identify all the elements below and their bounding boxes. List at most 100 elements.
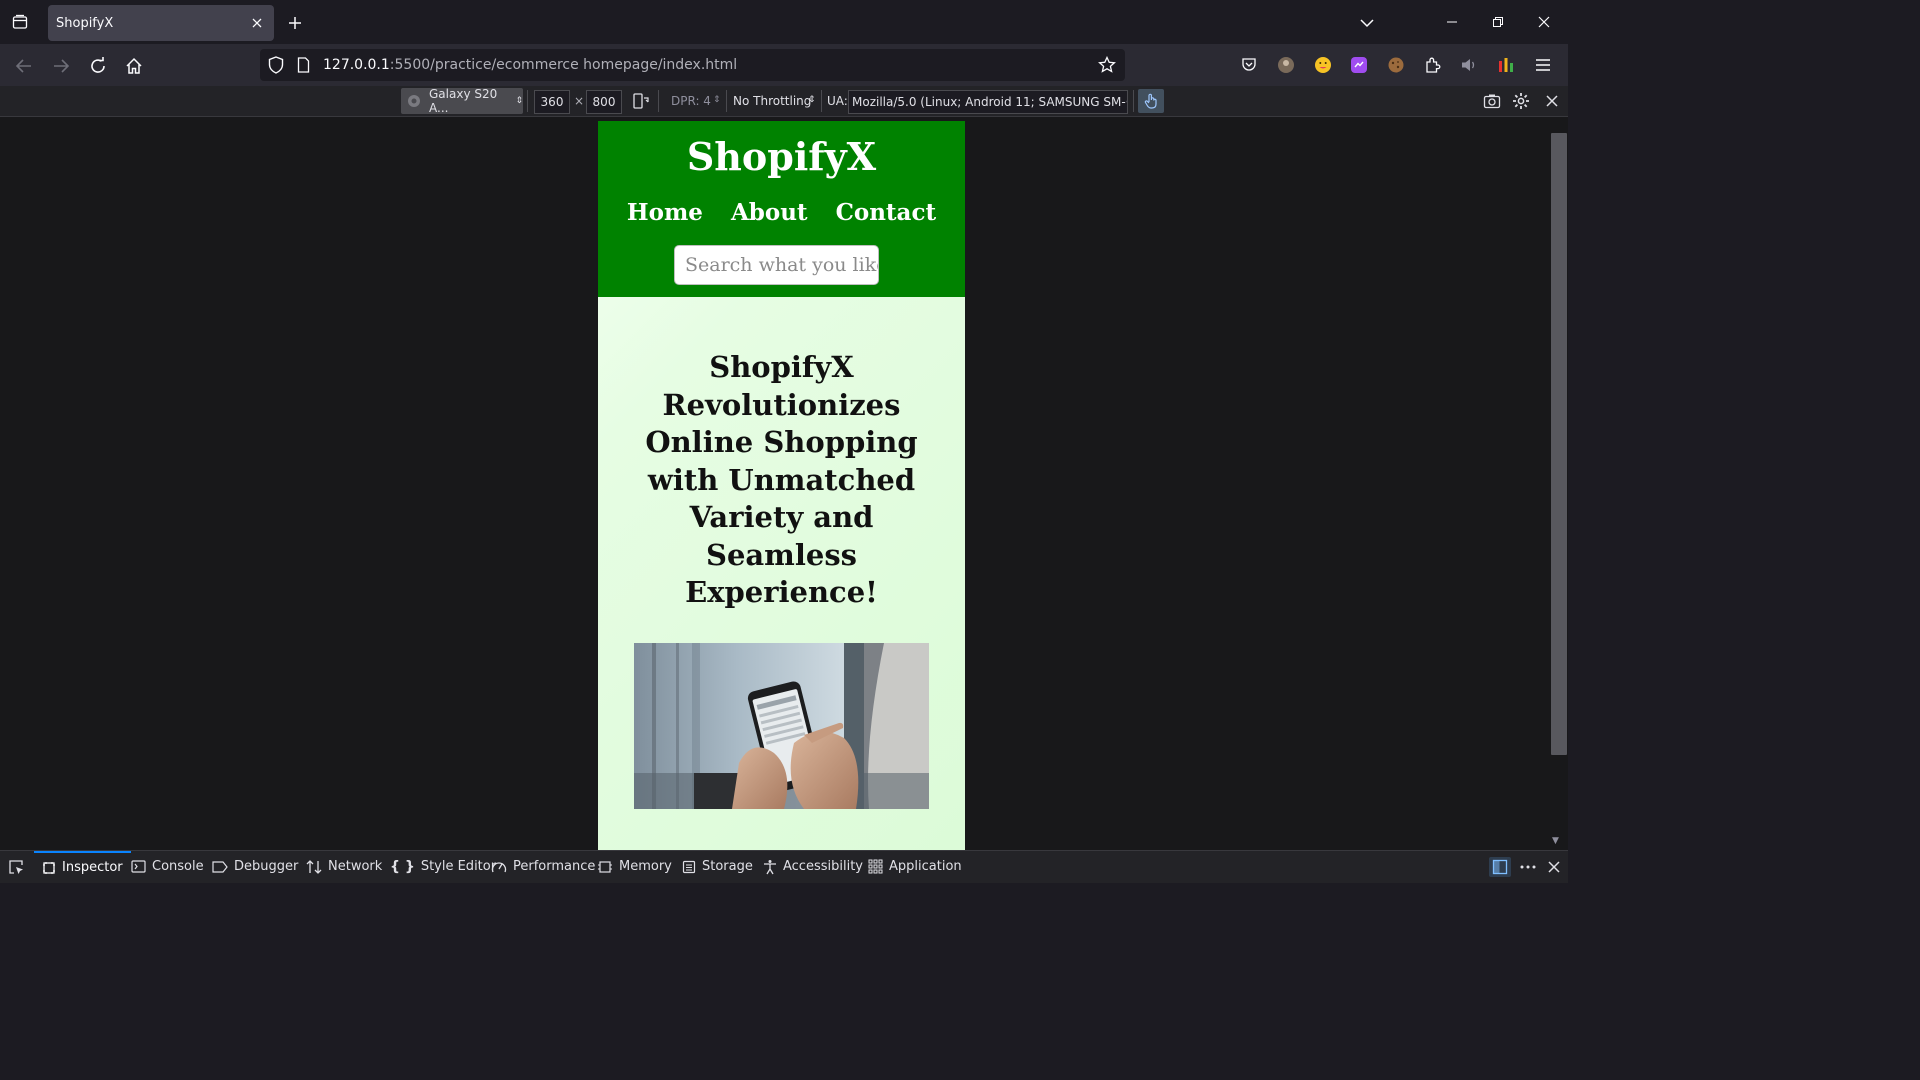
tab-application[interactable]: Application (868, 851, 962, 882)
responsive-design-toolbar: Galaxy S20 A... ⇕ 360 × 800 DPR: 4 ⇕ No … (0, 86, 1568, 117)
touch-simulation-icon[interactable] (1138, 89, 1164, 113)
tab-storage-label: Storage (702, 859, 753, 874)
more-options-icon[interactable] (1517, 857, 1539, 877)
element-picker-icon[interactable] (5, 857, 27, 877)
hero-headline: ShopifyX Revolutionizes Online Shopping … (645, 350, 918, 609)
device-selector[interactable]: Galaxy S20 A... ⇕ (401, 87, 523, 115)
tab-style-editor-label: Style Editor (420, 859, 497, 874)
pocket-icon[interactable] (1238, 54, 1260, 76)
updown-icon: ⇕ (808, 95, 816, 105)
updown-icon: ⇕ (713, 95, 721, 105)
tab-title: ShopifyX (56, 15, 114, 31)
minimize-icon[interactable] (1437, 8, 1467, 36)
divider (1133, 90, 1134, 112)
url-text[interactable]: 127.0.0.1:5500/practice/ecommerce homepa… (323, 57, 737, 73)
devtools-toolbar: Inspector Console Debugger Network { } S… (0, 850, 1568, 883)
close-rdm-icon[interactable] (1541, 90, 1563, 112)
dpr-selector[interactable]: DPR: 4 (671, 94, 711, 108)
tab-console[interactable]: Console (131, 851, 204, 882)
volume-icon[interactable] (1458, 54, 1480, 76)
url-bar[interactable]: 127.0.0.1:5500/practice/ecommerce homepa… (260, 49, 1125, 81)
device-viewport: ShopifyX Home About Contact ShopifyX Rev… (598, 121, 965, 850)
window-close-icon[interactable] (1529, 8, 1559, 36)
home-icon[interactable] (120, 52, 148, 80)
application-grid-icon (868, 859, 883, 874)
reload-icon[interactable] (84, 52, 112, 80)
throttling-selector[interactable]: No Throttling (733, 94, 811, 108)
inspector-icon (43, 861, 55, 874)
tab-performance[interactable]: Performance (491, 851, 595, 882)
shield-icon[interactable] (268, 56, 284, 78)
restore-icon[interactable] (1483, 8, 1513, 36)
equalizer-extension-icon[interactable] (1495, 54, 1517, 76)
navigation-toolbar: 127.0.0.1:5500/practice/ecommerce homepa… (0, 44, 1568, 86)
cookie-extension-icon[interactable] (1385, 54, 1407, 76)
tab-console-label: Console (152, 859, 204, 874)
chevron-down-icon[interactable] (1354, 10, 1380, 36)
tab-inspector-label: Inspector (62, 860, 123, 875)
user-agent-input[interactable]: Mozilla/5.0 (Linux; Android 11; SAMSUNG … (848, 90, 1128, 114)
extension-avatar-icon[interactable] (1275, 54, 1297, 76)
dock-side-icon[interactable] (1489, 857, 1511, 877)
performance-icon (491, 861, 507, 872)
ua-label: UA: (827, 94, 848, 108)
divider (821, 90, 822, 112)
browser-tab[interactable]: ShopifyX (48, 5, 274, 41)
back-icon[interactable] (10, 52, 38, 80)
console-icon (131, 860, 146, 873)
tab-memory[interactable]: Memory (597, 851, 672, 882)
rotate-device-icon[interactable] (630, 90, 652, 112)
scroll-down-icon[interactable]: ▼ (1552, 836, 1559, 846)
network-icon (306, 859, 322, 874)
divider (527, 90, 528, 112)
site-nav: Home About Contact (598, 199, 965, 226)
new-tab-icon[interactable] (282, 10, 308, 36)
url-path: :5500/practice/ecommerce homepage/index.… (389, 57, 738, 73)
scrollbar-thumb[interactable] (1551, 133, 1567, 755)
tab-debugger[interactable]: Debugger (212, 851, 298, 882)
star-icon[interactable] (1098, 55, 1116, 78)
firefox-view-icon[interactable] (8, 10, 32, 34)
tab-inspector[interactable]: Inspector (34, 851, 131, 882)
messenger-extension-icon[interactable] (1348, 54, 1370, 76)
user-agent-value: Mozilla/5.0 (Linux; Android 11; SAMSUNG … (852, 95, 1128, 109)
tab-performance-label: Performance (513, 859, 596, 874)
viewport-width-input[interactable]: 360 (534, 90, 570, 114)
nav-home-link[interactable]: Home (627, 199, 703, 226)
page-icon[interactable] (297, 57, 310, 77)
tab-debugger-label: Debugger (234, 859, 299, 874)
extensions-puzzle-icon[interactable] (1422, 54, 1444, 76)
updown-icon: ⇕ (515, 96, 523, 106)
site-header: ShopifyX Home About Contact (598, 121, 965, 297)
tab-accessibility[interactable]: Accessibility (763, 851, 863, 882)
tab-strip: ShopifyX (0, 0, 1568, 44)
hero-image (634, 643, 929, 809)
nav-about-link[interactable]: About (731, 199, 808, 226)
nav-contact-link[interactable]: Contact (836, 199, 937, 226)
search-input[interactable] (675, 246, 878, 284)
site-logo[interactable]: ShopifyX (598, 134, 965, 179)
screenshot-icon[interactable] (1481, 90, 1503, 112)
chrome-icon (407, 94, 421, 108)
close-icon[interactable] (244, 10, 270, 36)
emoji-extension-icon[interactable] (1312, 54, 1334, 76)
accessibility-icon (764, 859, 776, 874)
dimension-separator: × (574, 94, 585, 108)
tab-style-editor[interactable]: { } Style Editor (390, 851, 496, 882)
settings-gear-icon[interactable] (1510, 90, 1532, 112)
phone-in-hands-photo (634, 643, 929, 809)
close-devtools-icon[interactable] (1543, 857, 1565, 877)
device-name: Galaxy S20 A... (429, 87, 498, 115)
forward-icon[interactable] (47, 52, 75, 80)
url-host: 127.0.0.1 (323, 57, 390, 73)
tab-network[interactable]: Network (306, 851, 382, 882)
tab-application-label: Application (889, 859, 962, 874)
memory-icon (598, 860, 612, 873)
tab-storage[interactable]: Storage (682, 851, 753, 882)
tab-network-label: Network (328, 859, 383, 874)
braces-icon: { } (390, 858, 415, 875)
menu-icon[interactable] (1532, 54, 1554, 76)
divider (658, 90, 659, 112)
viewport-height-input[interactable]: 800 (586, 90, 622, 114)
tab-accessibility-label: Accessibility (783, 859, 863, 874)
